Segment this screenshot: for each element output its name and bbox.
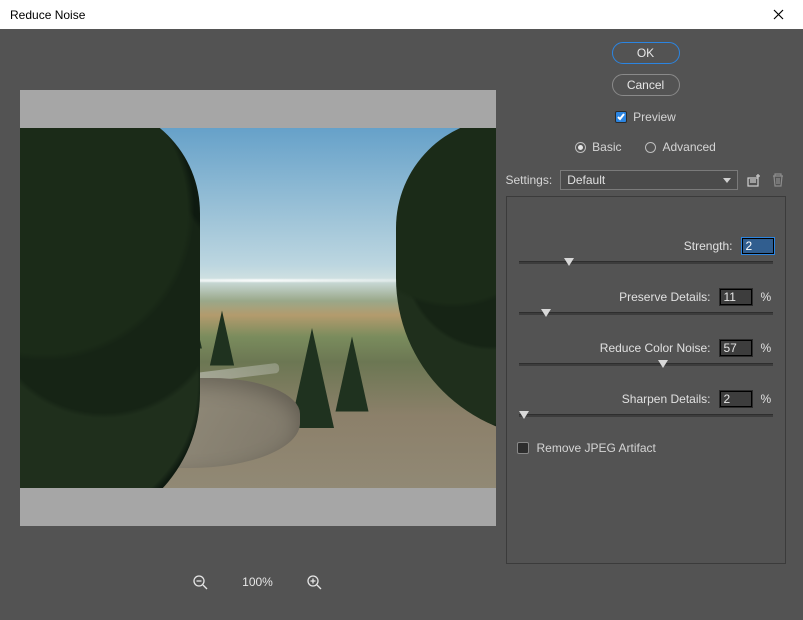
tree-right [396,128,496,438]
close-icon [773,9,784,20]
tree-mid [209,311,233,366]
workarea: 100% OK Cancel Preview Basic Advanced [0,30,803,620]
preview-column: 100% [0,30,500,620]
delete-preset-button[interactable] [770,172,786,188]
mode-advanced-label: Advanced [662,140,715,154]
settings-selected: Default [567,173,605,187]
preserve-details-label: Preserve Details: [619,290,710,304]
sharpen-details-slider[interactable] [519,414,773,417]
controls-column: OK Cancel Preview Basic Advanced Setting… [500,30,803,620]
zoom-in-icon [307,575,322,590]
strength-slider[interactable] [519,261,773,264]
strength-label: Strength: [684,239,733,253]
tree-left [20,128,200,488]
mode-basic-label: Basic [592,140,621,154]
strength-input[interactable] [741,237,775,255]
params-panel: Strength: Preserve Details: % [506,196,786,564]
param-preserve-details: Preserve Details: % [517,288,775,315]
slider-thumb[interactable] [658,360,668,368]
radio-advanced[interactable] [645,142,656,153]
zoom-out-icon [193,575,208,590]
preview-toggle[interactable]: Preview [615,110,676,124]
titlebar: Reduce Noise [0,0,803,30]
mode-basic[interactable]: Basic [575,140,621,154]
slider-thumb[interactable] [519,411,529,419]
save-preset-button[interactable] [746,172,762,188]
jpeg-checkbox[interactable] [517,442,529,454]
sharpen-details-input[interactable] [719,390,753,408]
settings-select[interactable]: Default [560,170,737,190]
settings-row: Settings: Default [506,170,786,190]
zoom-controls: 100% [192,574,323,590]
preview-label: Preview [633,110,676,124]
preview-image [20,128,496,488]
param-reduce-color-noise: Reduce Color Noise: % [517,339,775,366]
trash-icon [771,172,785,188]
sharpen-details-label: Sharpen Details: [622,392,711,406]
check-icon [617,113,625,121]
preview-frame[interactable] [20,90,496,526]
chevron-down-icon [723,178,731,183]
param-sharpen-details: Sharpen Details: % [517,390,775,417]
zoom-in-button[interactable] [307,574,323,590]
settings-label: Settings: [506,173,553,187]
jpeg-label: Remove JPEG Artifact [537,441,656,455]
preserve-details-input[interactable] [719,288,753,306]
zoom-level: 100% [242,575,273,589]
tree-mid [335,337,368,412]
reduce-color-slider[interactable] [519,363,773,366]
param-strength: Strength: [517,237,775,264]
preview-checkbox[interactable] [615,111,627,123]
pct-suffix: % [761,341,775,355]
pct-suffix: % [761,392,775,406]
close-button[interactable] [763,0,793,30]
slider-thumb[interactable] [564,258,574,266]
slider-thumb[interactable] [541,309,551,317]
cancel-button[interactable]: Cancel [612,74,680,96]
radio-basic[interactable] [575,142,586,153]
preserve-details-slider[interactable] [519,312,773,315]
reduce-color-label: Reduce Color Noise: [600,341,711,355]
mode-row: Basic Advanced [575,140,716,154]
zoom-out-button[interactable] [192,574,208,590]
window-title: Reduce Noise [10,8,85,22]
ok-button[interactable]: OK [612,42,680,64]
reduce-color-input[interactable] [719,339,753,357]
save-preset-icon [746,172,762,188]
mode-advanced[interactable]: Advanced [645,140,715,154]
remove-jpeg-artifact[interactable]: Remove JPEG Artifact [517,441,775,455]
pct-suffix: % [761,290,775,304]
